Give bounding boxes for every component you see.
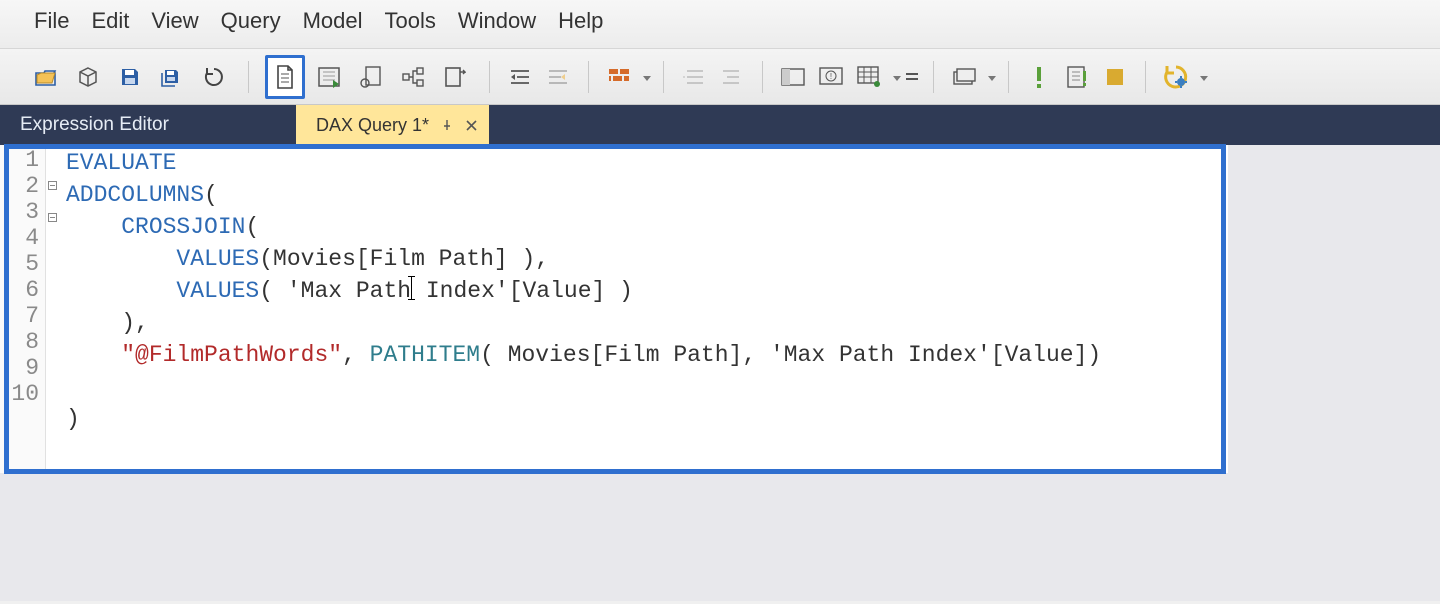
line-number: 3 [0,199,39,225]
fold-toggle-icon[interactable] [48,181,57,190]
split-left-icon[interactable] [775,59,811,95]
chevron-down-icon[interactable] [643,76,651,81]
gear-cycle-icon[interactable] [1158,59,1194,95]
circle-doc-icon[interactable] [353,59,389,95]
toolbar-separator [1008,61,1009,93]
toolbar-separator [933,61,934,93]
indent-right-icon[interactable] [540,59,576,95]
tab-strip: Expression Editor DAX Query 1* [0,105,1440,145]
layers-icon[interactable] [946,59,982,95]
line-number: 6 [0,277,39,303]
dedent-icon[interactable] [676,59,712,95]
tab-label: DAX Query 1* [316,115,429,136]
line-number: 5 [0,251,39,277]
menu-file[interactable]: File [34,8,69,34]
menu-view[interactable]: View [151,8,198,34]
toolbar-separator [248,61,249,93]
code-editor[interactable]: 1 2 3 4 5 6 7 8 9 10 EVALUATEADDCOLUMNS(… [0,145,1228,473]
line-number-gutter: 1 2 3 4 5 6 7 8 9 10 [0,145,46,473]
tab-dax-query-1[interactable]: DAX Query 1* [296,105,489,145]
fold-column [46,145,60,473]
line-number: 8 [0,329,39,355]
chevron-down-icon[interactable] [1200,76,1208,81]
tab-label: Expression Editor [20,114,169,136]
line-number: 7 [0,303,39,329]
close-icon[interactable] [465,119,477,131]
chevron-down-icon[interactable] [893,76,901,81]
chevron-down-icon[interactable] [988,76,996,81]
tab-expression-editor[interactable]: Expression Editor [0,105,296,145]
refresh-icon[interactable] [196,59,232,95]
menu-tools[interactable]: Tools [385,8,436,34]
fold-toggle-icon[interactable] [48,213,57,222]
line-number: 9 [0,355,39,381]
bricks-icon[interactable] [601,59,637,95]
save-icon[interactable] [112,59,148,95]
menu-help[interactable]: Help [558,8,603,34]
menu-model[interactable]: Model [303,8,363,34]
toolbar-separator [762,61,763,93]
line-number: 1 [0,147,39,173]
grid-settings-icon[interactable] [851,59,887,95]
toolbar-separator [1145,61,1146,93]
line-number: 2 [0,173,39,199]
toolbar-separator [489,61,490,93]
run-sheet-icon[interactable] [311,59,347,95]
menu-bar: File Edit View Query Model Tools Window … [0,0,1440,49]
diagram-icon[interactable] [395,59,431,95]
save-all-icon[interactable] [154,59,190,95]
equals-icon[interactable] [903,59,921,95]
menu-edit[interactable]: Edit [91,8,129,34]
editor-area: 1 2 3 4 5 6 7 8 9 10 EVALUATEADDCOLUMNS(… [0,145,1440,601]
cube-icon[interactable] [70,59,106,95]
pin-icon[interactable] [441,119,453,131]
menu-query[interactable]: Query [221,8,281,34]
line-number: 10 [0,381,39,407]
svg-text:!: ! [830,72,832,81]
indent-left-icon[interactable] [502,59,538,95]
code-content[interactable]: EVALUATEADDCOLUMNS( CROSSJOIN( VALUES(Mo… [60,145,1228,473]
stop-icon[interactable] [1097,59,1133,95]
exclaim-icon[interactable] [1021,59,1057,95]
split-warn-icon[interactable]: ! [813,59,849,95]
new-document-icon[interactable] [265,55,305,99]
toolbar-separator [588,61,589,93]
toolbar: ! [0,49,1440,105]
toolbar-separator [663,61,664,93]
menu-window[interactable]: Window [458,8,536,34]
folder-open-icon[interactable] [28,59,64,95]
rect-swap-icon[interactable] [437,59,473,95]
note-exclaim-icon[interactable] [1059,59,1095,95]
indent-icon[interactable] [714,59,750,95]
line-number: 4 [0,225,39,251]
